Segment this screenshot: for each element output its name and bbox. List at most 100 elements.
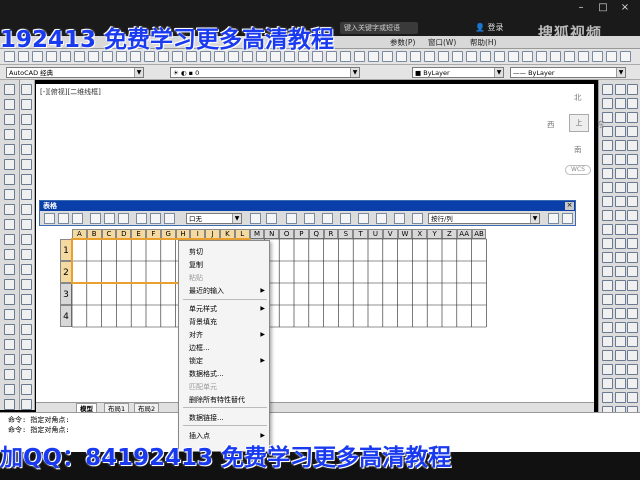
modify-tool-icon[interactable] bbox=[615, 84, 626, 95]
modify-tool-icon[interactable] bbox=[21, 384, 32, 395]
modify-tool-icon[interactable] bbox=[615, 350, 626, 361]
context-menu-item[interactable]: 边框... bbox=[189, 343, 210, 353]
modify-tool-icon[interactable] bbox=[21, 249, 32, 260]
draw-tool-icon[interactable] bbox=[4, 99, 15, 110]
modify-tool-icon[interactable] bbox=[615, 294, 626, 305]
table-tool-icon[interactable] bbox=[412, 213, 423, 224]
close-icon[interactable]: × bbox=[616, 1, 634, 15]
draw-tool-icon[interactable] bbox=[4, 309, 15, 320]
modify-tool-icon[interactable] bbox=[615, 126, 626, 137]
draw-tool-icon[interactable] bbox=[4, 114, 15, 125]
modify-tool-icon[interactable] bbox=[615, 182, 626, 193]
draw-tool-icon[interactable] bbox=[4, 279, 15, 290]
modify-tool-icon[interactable] bbox=[602, 294, 613, 305]
draw-tool-icon[interactable] bbox=[4, 399, 15, 410]
toolbar-button-icon[interactable] bbox=[522, 51, 533, 62]
draw-tool-icon[interactable] bbox=[4, 384, 15, 395]
modify-tool-icon[interactable] bbox=[615, 392, 626, 403]
modify-tool-icon[interactable] bbox=[602, 182, 613, 193]
toolbar-button-icon[interactable] bbox=[396, 51, 407, 62]
table-tool-icon[interactable] bbox=[44, 213, 55, 224]
viewcube-north[interactable]: 北 bbox=[574, 92, 582, 103]
table-tool-icon[interactable] bbox=[304, 213, 315, 224]
modify-tool-icon[interactable] bbox=[627, 252, 638, 263]
modify-tool-icon[interactable] bbox=[21, 324, 32, 335]
modify-tool-icon[interactable] bbox=[21, 234, 32, 245]
modify-tool-icon[interactable] bbox=[627, 322, 638, 333]
draw-tool-icon[interactable] bbox=[4, 144, 15, 155]
draw-tool-icon[interactable] bbox=[4, 339, 15, 350]
toolbar-button-icon[interactable] bbox=[578, 51, 589, 62]
modify-tool-icon[interactable] bbox=[21, 369, 32, 380]
modify-tool-icon[interactable] bbox=[602, 364, 613, 375]
toolbar-button-icon[interactable] bbox=[606, 51, 617, 62]
modify-tool-icon[interactable] bbox=[602, 280, 613, 291]
modify-tool-icon[interactable] bbox=[615, 280, 626, 291]
draw-tool-icon[interactable] bbox=[4, 129, 15, 140]
toolbar-button-icon[interactable] bbox=[592, 51, 603, 62]
modify-tool-icon[interactable] bbox=[615, 196, 626, 207]
modify-tool-icon[interactable] bbox=[21, 84, 32, 95]
modify-tool-icon[interactable] bbox=[615, 154, 626, 165]
draw-tool-icon[interactable] bbox=[4, 294, 15, 305]
modify-tool-icon[interactable] bbox=[615, 378, 626, 389]
modify-tool-icon[interactable] bbox=[615, 308, 626, 319]
draw-tool-icon[interactable] bbox=[4, 264, 15, 275]
toolbar-button-icon[interactable] bbox=[564, 51, 575, 62]
table-tool-icon[interactable] bbox=[286, 213, 297, 224]
toolbar-button-icon[interactable] bbox=[550, 51, 561, 62]
workspace-select[interactable]: AutoCAD 经典 ▼ bbox=[6, 67, 144, 78]
modify-tool-icon[interactable] bbox=[627, 280, 638, 291]
close-icon[interactable]: × bbox=[565, 202, 574, 210]
draw-tool-icon[interactable] bbox=[4, 189, 15, 200]
modify-tool-icon[interactable] bbox=[615, 112, 626, 123]
table-tool-icon[interactable] bbox=[562, 213, 573, 224]
modify-tool-icon[interactable] bbox=[627, 378, 638, 389]
modify-tool-icon[interactable] bbox=[627, 112, 638, 123]
border-select[interactable]: 口无 ▼ bbox=[186, 213, 242, 224]
modify-tool-icon[interactable] bbox=[21, 219, 32, 230]
modify-tool-icon[interactable] bbox=[615, 252, 626, 263]
table-tool-icon[interactable] bbox=[136, 213, 147, 224]
modify-tool-icon[interactable] bbox=[602, 336, 613, 347]
modify-tool-icon[interactable] bbox=[627, 154, 638, 165]
modify-tool-icon[interactable] bbox=[615, 336, 626, 347]
modify-tool-icon[interactable] bbox=[21, 294, 32, 305]
table-tool-icon[interactable] bbox=[72, 213, 83, 224]
modify-tool-icon[interactable] bbox=[602, 308, 613, 319]
toolbar-button-icon[interactable] bbox=[382, 51, 393, 62]
context-menu-item[interactable]: 背景填充 bbox=[189, 317, 217, 327]
table-tool-icon[interactable] bbox=[150, 213, 161, 224]
modify-tool-icon[interactable] bbox=[627, 294, 638, 305]
draw-tool-icon[interactable] bbox=[4, 324, 15, 335]
toolbar-button-icon[interactable] bbox=[620, 51, 631, 62]
modify-tool-icon[interactable] bbox=[21, 354, 32, 365]
modify-tool-icon[interactable] bbox=[627, 126, 638, 137]
context-menu-item[interactable]: 单元样式 bbox=[189, 304, 217, 314]
modify-tool-icon[interactable] bbox=[627, 140, 638, 151]
toolbar-button-icon[interactable] bbox=[340, 51, 351, 62]
modify-tool-icon[interactable] bbox=[627, 84, 638, 95]
modify-tool-icon[interactable] bbox=[627, 182, 638, 193]
toolbar-button-icon[interactable] bbox=[424, 51, 435, 62]
draw-tool-icon[interactable] bbox=[4, 249, 15, 260]
modify-tool-icon[interactable] bbox=[627, 336, 638, 347]
modify-tool-icon[interactable] bbox=[615, 210, 626, 221]
viewcube-east[interactable]: 东 bbox=[597, 119, 605, 130]
modify-tool-icon[interactable] bbox=[602, 322, 613, 333]
toolbar-button-icon[interactable] bbox=[466, 51, 477, 62]
toolbar-button-icon[interactable] bbox=[536, 51, 547, 62]
modify-tool-icon[interactable] bbox=[21, 114, 32, 125]
menu-params[interactable]: 参数(P) bbox=[390, 37, 415, 48]
table-toolbar-title[interactable]: 表格 bbox=[40, 201, 575, 211]
viewcube-west[interactable]: 西 bbox=[547, 119, 555, 130]
modify-tool-icon[interactable] bbox=[602, 224, 613, 235]
viewport-label[interactable]: [-][俯视][二维线框] bbox=[40, 87, 101, 97]
toolbar-button-icon[interactable] bbox=[354, 51, 365, 62]
modify-tool-icon[interactable] bbox=[627, 392, 638, 403]
modify-tool-icon[interactable] bbox=[602, 238, 613, 249]
modify-tool-icon[interactable] bbox=[615, 224, 626, 235]
context-menu-item[interactable]: 数据格式... bbox=[189, 369, 224, 379]
table-tool-icon[interactable] bbox=[322, 213, 333, 224]
modify-tool-icon[interactable] bbox=[21, 279, 32, 290]
